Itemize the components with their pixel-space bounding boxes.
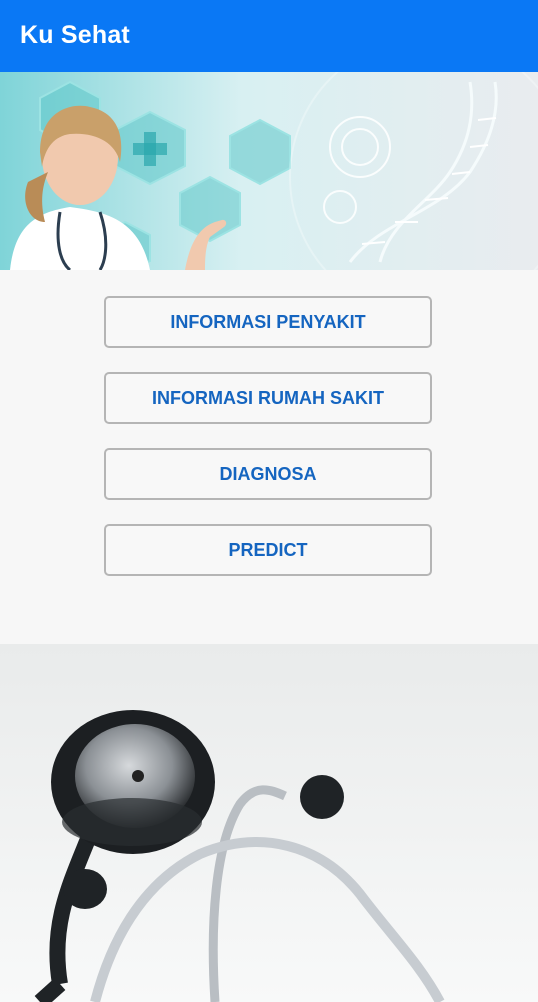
app-title: Ku Sehat bbox=[20, 21, 130, 49]
predict-button[interactable]: PREDICT bbox=[104, 524, 432, 576]
informasi-rumah-sakit-button[interactable]: INFORMASI RUMAH SAKIT bbox=[104, 372, 432, 424]
stethoscope-illustration bbox=[0, 644, 538, 1002]
stethoscope-image bbox=[0, 644, 538, 1002]
main-menu: INFORMASI PENYAKIT INFORMASI RUMAH SAKIT… bbox=[104, 296, 432, 600]
doctor-dna-illustration bbox=[0, 72, 538, 270]
app-bar: Ku Sehat bbox=[0, 0, 538, 72]
banner-image bbox=[0, 72, 538, 270]
informasi-penyakit-button[interactable]: INFORMASI PENYAKIT bbox=[104, 296, 432, 348]
diagnosa-button[interactable]: DIAGNOSA bbox=[104, 448, 432, 500]
